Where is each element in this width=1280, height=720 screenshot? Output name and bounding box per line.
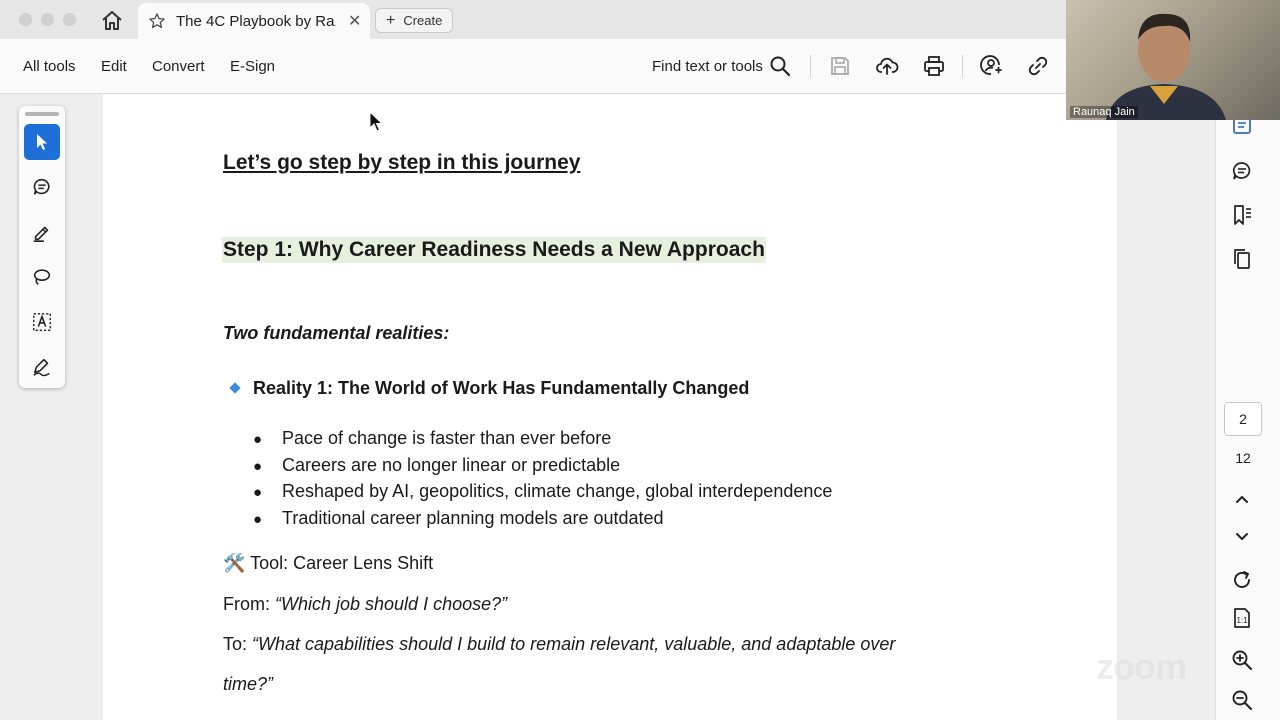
bullet-list: ● Pace of change is faster than ever befo… bbox=[253, 428, 832, 534]
right-gutter bbox=[1117, 94, 1215, 720]
menu-edit[interactable]: Edit bbox=[101, 58, 127, 75]
select-tool-button[interactable] bbox=[24, 124, 60, 160]
text-tool-button[interactable] bbox=[24, 304, 60, 340]
share-user-icon[interactable] bbox=[979, 54, 1003, 78]
toolbar-divider bbox=[962, 55, 963, 77]
to-line: To: “What capabilities should I build to… bbox=[223, 634, 896, 654]
refresh-icon[interactable] bbox=[1230, 568, 1254, 592]
comment-tool-button[interactable] bbox=[24, 169, 60, 205]
tab-title: The 4C Playbook by Ra... bbox=[176, 12, 336, 30]
drag-handle[interactable] bbox=[25, 112, 59, 116]
subheading: Two fundamental realities: bbox=[223, 323, 450, 343]
save-icon[interactable] bbox=[828, 54, 852, 78]
draw-tool-button[interactable] bbox=[24, 259, 60, 295]
sign-tool-button[interactable] bbox=[24, 349, 60, 385]
window-controls bbox=[19, 13, 76, 26]
svg-text:1:1: 1:1 bbox=[1236, 616, 1248, 625]
star-icon[interactable] bbox=[148, 12, 166, 30]
webcam-video: Raunaq Jain bbox=[1066, 0, 1280, 120]
list-item: ● Traditional career planning models are … bbox=[253, 507, 664, 528]
pages-icon[interactable] bbox=[1230, 247, 1254, 271]
minimize-window-button[interactable] bbox=[41, 13, 54, 26]
chevron-up-icon[interactable] bbox=[1230, 487, 1254, 511]
chevron-down-icon[interactable] bbox=[1230, 524, 1254, 548]
lasso-icon bbox=[33, 269, 51, 285]
zoom-out-icon[interactable] bbox=[1230, 688, 1254, 712]
highlight-tool-button[interactable] bbox=[24, 214, 60, 250]
section-heading: Let’s go step by step in this journey bbox=[223, 151, 581, 174]
document-page[interactable] bbox=[103, 94, 1117, 720]
pen-icon bbox=[33, 226, 49, 242]
link-icon[interactable] bbox=[1026, 54, 1050, 78]
from-line: From: “Which job should I choose?” bbox=[223, 594, 508, 614]
to-line-continued: time?” bbox=[223, 674, 274, 694]
step-heading: Step 1: Why Career Readiness Needs a New… bbox=[222, 237, 766, 263]
text-box-icon bbox=[33, 313, 51, 331]
mouse-cursor-icon bbox=[369, 111, 384, 132]
person-video-icon bbox=[1106, 13, 1226, 120]
find-text-tools[interactable]: Find text or tools bbox=[652, 58, 763, 75]
menu-all-tools[interactable]: All tools bbox=[23, 58, 76, 75]
comments-panel-icon[interactable] bbox=[1230, 159, 1254, 183]
tab-bar: The 4C Playbook by Ra... ✕ + Create bbox=[0, 0, 1066, 39]
participant-name: Raunaq Jain bbox=[1070, 106, 1138, 118]
signature-pen-icon bbox=[33, 358, 50, 377]
cursor-arrow-icon bbox=[37, 134, 47, 150]
current-page-input[interactable]: 2 bbox=[1224, 402, 1262, 436]
bookmarks-icon[interactable] bbox=[1230, 203, 1254, 227]
menu-esign[interactable]: E-Sign bbox=[230, 58, 275, 75]
reality-heading: Reality 1: The World of Work Has Fundame… bbox=[253, 378, 750, 398]
list-item: ● Pace of change is faster than ever befo… bbox=[253, 428, 612, 448]
total-pages: 12 bbox=[1235, 450, 1251, 466]
zoom-watermark: zoom bbox=[1096, 646, 1187, 687]
main-toolbar: All tools Edit Convert E-Sign Find text … bbox=[0, 39, 1066, 94]
tool-line: 🛠️ Tool: Career Lens Shift bbox=[223, 553, 434, 573]
close-window-button[interactable] bbox=[19, 13, 32, 26]
document-tab[interactable]: The 4C Playbook by Ra... ✕ bbox=[138, 3, 370, 39]
create-label: Create bbox=[403, 13, 443, 28]
zoom-in-icon[interactable] bbox=[1230, 648, 1254, 672]
home-icon[interactable] bbox=[100, 9, 124, 31]
close-tab-icon[interactable]: ✕ bbox=[348, 11, 361, 31]
cloud-upload-icon[interactable] bbox=[875, 54, 899, 78]
print-icon[interactable] bbox=[922, 54, 946, 78]
maximize-window-button[interactable] bbox=[63, 13, 76, 26]
comment-icon bbox=[33, 178, 50, 195]
create-button[interactable]: + Create bbox=[375, 8, 453, 33]
menu-convert[interactable]: Convert bbox=[152, 58, 205, 75]
toolbar-divider bbox=[810, 55, 811, 77]
actual-size-icon[interactable]: 1:1 bbox=[1230, 606, 1254, 630]
quick-tools-panel bbox=[19, 106, 65, 388]
list-item: ● Reshaped by AI, geopolitics, climate ch… bbox=[253, 481, 833, 501]
plus-icon: + bbox=[386, 11, 396, 29]
list-item: ● Careers are no longer linear or predict… bbox=[253, 454, 621, 475]
search-icon[interactable] bbox=[768, 54, 792, 78]
